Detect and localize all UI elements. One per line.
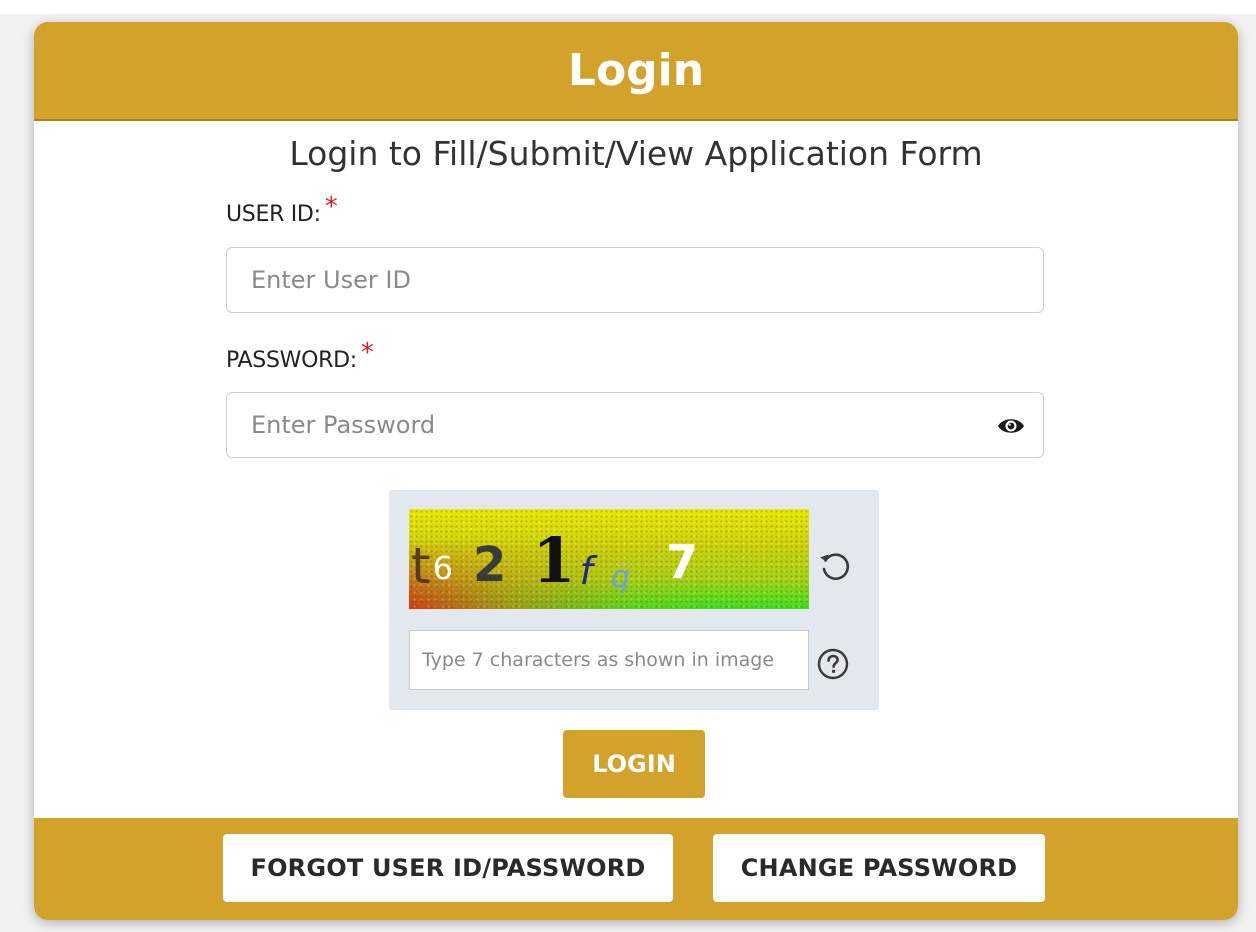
- question-circle-icon[interactable]: [817, 648, 849, 680]
- change-password-button[interactable]: CHANGE PASSWORD: [713, 834, 1045, 902]
- captcha-char: q: [610, 560, 630, 595]
- login-title: Login: [567, 45, 705, 96]
- forgot-user-id-password-button[interactable]: FORGOT USER ID/PASSWORD: [223, 834, 673, 902]
- user-id-label-text: USER ID:: [226, 202, 321, 227]
- password-label-text: PASSWORD:: [226, 348, 357, 373]
- login-header: Login: [34, 22, 1238, 121]
- password-input[interactable]: [227, 393, 951, 457]
- required-asterisk: *: [324, 192, 338, 222]
- user-id-field: [226, 247, 1044, 313]
- user-id-label: USER ID: *: [226, 192, 338, 228]
- user-id-input[interactable]: [227, 248, 951, 312]
- captcha-field: [409, 630, 809, 690]
- captcha-characters: t 6 2 1 f q 7: [409, 509, 809, 609]
- captcha-input[interactable]: [410, 631, 808, 689]
- captcha-panel: t 6 2 1 f q 7: [389, 490, 879, 710]
- form-subtitle: Login to Fill/Submit/View Application Fo…: [289, 134, 983, 173]
- captcha-image: t 6 2 1 f q 7: [409, 509, 809, 609]
- captcha-char: 1: [532, 524, 576, 597]
- login-button[interactable]: LOGIN: [563, 730, 705, 798]
- login-card: Login Login to Fill/Submit/View Applicat…: [34, 22, 1238, 920]
- required-asterisk: *: [360, 338, 374, 368]
- captcha-char: 6: [432, 549, 453, 587]
- eye-icon[interactable]: [997, 415, 1025, 437]
- captcha-char: t: [411, 537, 431, 595]
- login-footer: FORGOT USER ID/PASSWORD CHANGE PASSWORD: [34, 818, 1238, 920]
- password-label: PASSWORD: *: [226, 338, 374, 374]
- refresh-icon[interactable]: [817, 548, 853, 584]
- password-field: [226, 392, 1044, 458]
- captcha-char: 7: [665, 535, 698, 589]
- captcha-char: f: [579, 549, 593, 593]
- page-top-clipped-text: [0, 0, 1256, 14]
- captcha-char: 2: [472, 537, 507, 593]
